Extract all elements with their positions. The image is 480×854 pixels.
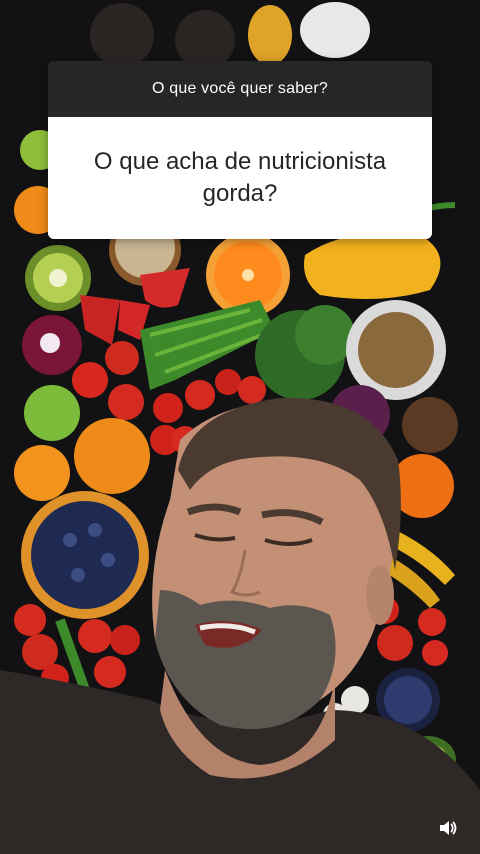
video-frame[interactable]: O que você quer saber? O que acha de nut… (0, 0, 480, 854)
sticker-prompt: O que você quer saber? (48, 61, 432, 117)
sound-toggle-button[interactable] (438, 818, 458, 838)
presenter (0, 397, 480, 854)
speaker-icon (440, 821, 457, 835)
sticker-question: O que acha de nutricionista gorda? (48, 117, 432, 239)
question-sticker[interactable]: O que você quer saber? O que acha de nut… (48, 61, 432, 239)
